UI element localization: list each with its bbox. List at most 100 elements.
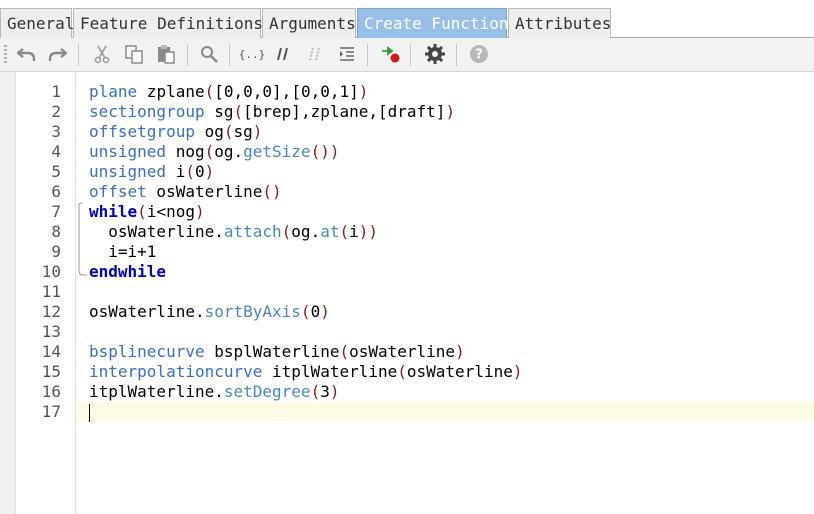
code-token: plane: [89, 82, 138, 101]
tab-general[interactable]: General: [0, 8, 74, 38]
toolbar-separator: [410, 44, 411, 66]
comment-icon[interactable]: [271, 42, 295, 66]
code-token: [brep],zplane,[draft]: [243, 102, 446, 121]
code-line[interactable]: endwhile: [76, 262, 814, 282]
uncomment-icon[interactable]: [303, 42, 327, 66]
code-token: ): [320, 302, 330, 321]
code-token: i=i+1: [89, 242, 157, 261]
code-token: bsplWaterline: [204, 342, 340, 361]
code-token: osWaterline: [349, 342, 456, 361]
tab-feature-definitions[interactable]: Feature Definitions: [73, 8, 263, 38]
paste-icon[interactable]: [154, 42, 178, 66]
code-token: itplWaterline: [262, 362, 398, 381]
line-number: 17: [41, 402, 61, 421]
redo-icon[interactable]: [46, 42, 70, 66]
code-token: ): [358, 222, 369, 241]
settings-gear-icon[interactable]: [423, 42, 447, 66]
line-number: 9: [51, 242, 61, 261]
code-line[interactable]: offsetgroup og(sg): [76, 122, 814, 142]
code-token: 0: [310, 302, 321, 321]
tab-bar: General Feature Definitions Arguments Cr…: [0, 0, 814, 38]
line-number: 7: [51, 202, 61, 221]
line-number: 11: [41, 282, 61, 301]
toolbar-separator: [456, 44, 457, 66]
code-line[interactable]: [76, 282, 814, 302]
code-line[interactable]: interpolationcurve itplWaterline(osWater…: [76, 362, 814, 382]
code-line[interactable]: bsplinecurve bsplWaterline(osWaterline): [76, 342, 814, 362]
code-line[interactable]: i=i+1: [76, 242, 814, 262]
toolbar-separator: [78, 44, 79, 66]
code-line[interactable]: plane zplane([0,0,0],[0,0,1]): [76, 82, 814, 102]
code-token: og: [194, 122, 224, 141]
code-token: zplane: [137, 82, 205, 101]
toolbar-separator: [367, 44, 368, 66]
code-token: (: [137, 202, 147, 221]
line-number: 3: [51, 122, 61, 141]
insert-breakpoint-icon[interactable]: [378, 42, 402, 66]
editor-left-margin: [0, 72, 16, 514]
code-token: og.: [214, 142, 244, 161]
indent-icon[interactable]: [335, 42, 359, 66]
line-number: 1: [51, 82, 61, 101]
code-line[interactable]: osWaterline.attach(og.at(i)): [76, 222, 814, 242]
code-token: interpolationcurve: [89, 362, 263, 381]
find-icon[interactable]: [197, 42, 221, 66]
undo-icon[interactable]: [14, 42, 38, 66]
code-line[interactable]: osWaterline.sortByAxis(0): [76, 302, 814, 322]
code-token: attach: [223, 222, 282, 241]
code-token: (: [397, 362, 407, 381]
code-token: offsetgroup: [89, 122, 195, 141]
code-token: unsigned: [89, 142, 167, 161]
toolbar-grip[interactable]: [4, 45, 7, 65]
tab-create-function[interactable]: Create Function: [357, 8, 509, 38]
help-icon[interactable]: ?: [467, 42, 491, 66]
code-token: (: [233, 102, 244, 121]
code-editor[interactable]: 1 2 3 4 5 6 7 8 9 10 11 12 13 14 15 16 17 plane zplane([…: [0, 72, 814, 514]
line-number: 16: [41, 382, 61, 401]
line-number: 15: [41, 362, 61, 381]
code-line[interactable]: unsigned i(0): [76, 162, 814, 182]
toolbar-separator: [229, 44, 230, 66]
code-area[interactable]: plane zplane([0,0,0],[0,0,1]) sectiongrou…: [76, 72, 814, 514]
code-token: (: [204, 142, 215, 161]
code-token: at: [320, 222, 340, 241]
code-line[interactable]: [76, 322, 814, 342]
cut-icon[interactable]: [90, 42, 114, 66]
line-number: 6: [51, 182, 61, 201]
code-line[interactable]: unsigned nog(og.getSize()): [76, 142, 814, 162]
braces-icon[interactable]: {..}: [240, 42, 264, 66]
code-line[interactable]: sectiongroup sg([brep],zplane,[draft]): [76, 102, 814, 122]
line-number: 14: [41, 342, 61, 361]
code-token: bsplinecurve: [89, 342, 205, 361]
line-number: 4: [51, 142, 61, 161]
code-token: itplWaterline.: [89, 382, 224, 401]
code-line[interactable]: itplWaterline.setDegree(3): [76, 382, 814, 402]
tab-attributes[interactable]: Attributes: [508, 8, 611, 38]
code-token: i: [349, 222, 359, 241]
code-line[interactable]: offset osWaterline(): [76, 182, 814, 202]
code-token: osWaterline.: [89, 302, 205, 321]
code-token: while: [89, 202, 138, 221]
code-token: osWaterline.: [89, 222, 224, 241]
code-token: ): [455, 342, 465, 361]
code-token: (): [310, 142, 330, 161]
code-line[interactable]: [76, 402, 814, 422]
code-token: osWaterline: [406, 362, 513, 381]
line-number: 5: [51, 162, 61, 181]
code-token: (: [310, 382, 321, 401]
code-token: ): [512, 362, 523, 381]
code-token: ): [368, 222, 379, 241]
copy-icon[interactable]: [122, 42, 146, 66]
code-token: unsigned: [89, 162, 167, 181]
code-token: (: [223, 122, 234, 141]
line-number: 13: [41, 322, 61, 341]
code-token: (: [281, 222, 292, 241]
text-caret: [89, 403, 90, 422]
code-token: (): [262, 182, 282, 201]
code-token: ): [252, 122, 263, 141]
code-token: ): [329, 142, 340, 161]
code-token: i<nog: [146, 202, 195, 221]
code-token: osWaterline: [146, 182, 263, 201]
tab-arguments[interactable]: Arguments: [262, 8, 356, 38]
code-line[interactable]: while(i<nog): [76, 202, 814, 222]
